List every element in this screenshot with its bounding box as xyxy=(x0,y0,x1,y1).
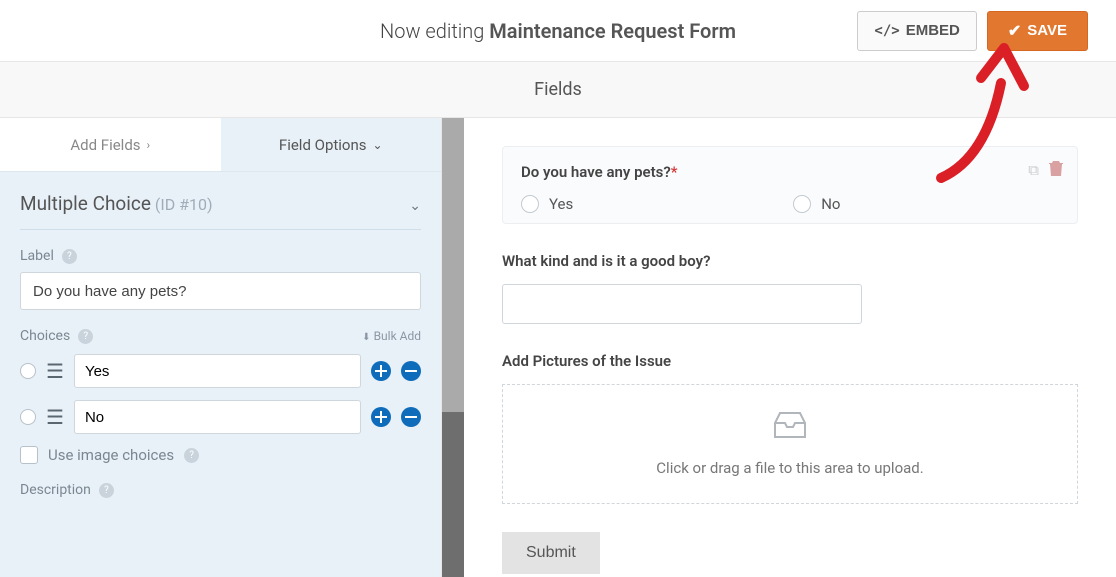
choice-input[interactable] xyxy=(74,354,361,388)
trash-icon[interactable] xyxy=(1049,161,1063,181)
embed-button[interactable]: </> EMBED xyxy=(857,11,976,51)
choices-heading: Choices ? xyxy=(20,328,93,344)
label-heading: Label ? xyxy=(20,248,421,264)
field-kind[interactable]: What kind and is it a good boy? xyxy=(502,252,1078,324)
check-icon: ✔ xyxy=(1008,21,1021,41)
radio-option[interactable]: Yes xyxy=(521,195,573,213)
fields-header-label: Fields xyxy=(534,79,582,100)
field-label: What kind and is it a good boy? xyxy=(502,252,1078,270)
tab-field-options-label: Field Options xyxy=(279,136,367,154)
field-type-header[interactable]: Multiple Choice (ID #10) ⌄ xyxy=(20,192,421,230)
field-pictures[interactable]: Add Pictures of the Issue Click or drag … xyxy=(502,352,1078,504)
field-type-name: Multiple Choice xyxy=(20,192,151,215)
embed-button-label: EMBED xyxy=(906,22,960,39)
file-upload-area[interactable]: Click or drag a file to this area to upl… xyxy=(502,384,1078,504)
upload-hint: Click or drag a file to this area to upl… xyxy=(656,459,923,477)
radio-icon xyxy=(793,195,811,213)
main-area: Add Fields › Field Options ⌄ Multiple Ch… xyxy=(0,118,1116,577)
use-image-choices-label: Use image choices xyxy=(48,446,174,464)
label-heading-text: Label xyxy=(20,248,54,264)
plus-icon xyxy=(375,365,387,377)
remove-choice-button[interactable] xyxy=(401,361,421,381)
default-radio-icon[interactable] xyxy=(20,363,36,379)
tab-field-options[interactable]: Field Options ⌄ xyxy=(221,118,442,171)
radio-option-label: Yes xyxy=(549,195,573,213)
field-label: Do you have any pets?* xyxy=(521,163,1059,181)
scrollbar-thumb[interactable] xyxy=(442,118,464,412)
add-choice-button[interactable] xyxy=(371,361,391,381)
help-icon[interactable]: ? xyxy=(62,249,77,264)
radio-options: Yes No xyxy=(521,195,1059,213)
text-input[interactable] xyxy=(502,284,862,324)
collapse-caret-icon[interactable]: ⌄ xyxy=(409,198,421,214)
help-icon[interactable]: ? xyxy=(78,329,93,344)
radio-option[interactable]: No xyxy=(793,195,840,213)
sidebar: Add Fields › Field Options ⌄ Multiple Ch… xyxy=(0,118,442,577)
code-icon: </> xyxy=(874,23,899,39)
field-options-panel: Multiple Choice (ID #10) ⌄ Label ? Choic… xyxy=(0,172,441,577)
scrollbar[interactable] xyxy=(442,118,464,577)
chevron-down-icon: ⌄ xyxy=(373,138,383,152)
choice-item: ☰ xyxy=(20,400,421,434)
default-radio-icon[interactable] xyxy=(20,409,36,425)
field-label-text: Do you have any pets? xyxy=(521,163,671,181)
plus-icon xyxy=(375,411,387,423)
tab-add-fields[interactable]: Add Fields › xyxy=(0,118,221,171)
drag-handle-icon[interactable]: ☰ xyxy=(46,361,64,381)
tab-add-fields-label: Add Fields xyxy=(70,136,140,154)
choices-heading-text: Choices xyxy=(20,328,70,344)
chevron-right-icon: › xyxy=(147,138,151,152)
form-preview: ⧉ Do you have any pets?* Yes No W xyxy=(464,118,1116,577)
description-heading: Description ? xyxy=(20,482,421,498)
drag-handle-icon[interactable]: ☰ xyxy=(46,407,64,427)
add-choice-button[interactable] xyxy=(371,407,391,427)
field-pets[interactable]: ⧉ Do you have any pets?* Yes No xyxy=(502,146,1078,224)
bulk-add-link[interactable]: Bulk Add xyxy=(362,329,421,343)
checkbox-icon[interactable] xyxy=(20,446,38,464)
save-button-label: SAVE xyxy=(1027,22,1067,39)
top-bar: Now editing Maintenance Request Form </>… xyxy=(0,0,1116,62)
label-input[interactable] xyxy=(20,272,421,310)
field-id: (ID #10) xyxy=(155,195,213,214)
remove-choice-button[interactable] xyxy=(401,407,421,427)
submit-button[interactable]: Submit xyxy=(502,532,600,574)
fields-section-header: Fields xyxy=(0,62,1116,118)
required-asterisk: * xyxy=(671,163,678,181)
field-actions: ⧉ xyxy=(1028,161,1063,181)
minus-icon xyxy=(405,365,417,377)
minus-icon xyxy=(405,411,417,423)
inbox-icon xyxy=(772,411,808,445)
radio-option-label: No xyxy=(821,195,840,213)
sidebar-tabs: Add Fields › Field Options ⌄ xyxy=(0,118,441,172)
choice-item: ☰ xyxy=(20,354,421,388)
help-icon[interactable]: ? xyxy=(184,448,199,463)
save-button[interactable]: ✔ SAVE xyxy=(987,11,1088,51)
help-icon[interactable]: ? xyxy=(99,483,114,498)
choice-input[interactable] xyxy=(74,400,361,434)
description-heading-text: Description xyxy=(20,482,91,498)
form-name: Maintenance Request Form xyxy=(489,19,736,43)
radio-icon xyxy=(521,195,539,213)
duplicate-icon[interactable]: ⧉ xyxy=(1028,161,1039,181)
use-image-choices-row[interactable]: Use image choices ? xyxy=(20,446,421,464)
field-label: Add Pictures of the Issue xyxy=(502,352,1078,370)
now-editing-prefix: Now editing xyxy=(380,19,489,43)
